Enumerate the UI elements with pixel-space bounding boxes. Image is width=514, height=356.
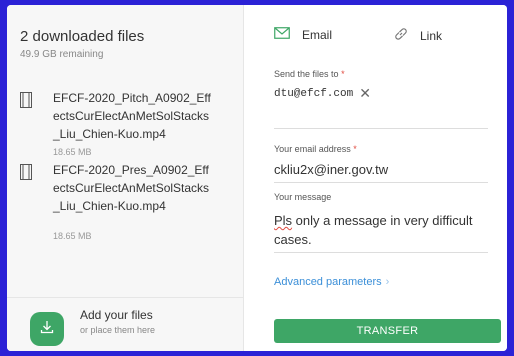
add-files-area[interactable]: Add your files or place them here <box>7 297 243 351</box>
tab-email[interactable]: Email <box>274 27 332 42</box>
file-icon <box>20 164 32 185</box>
your-email-label: Your email address * <box>274 144 357 154</box>
advanced-parameters-link[interactable]: Advanced parameters › <box>274 276 389 288</box>
mail-icon <box>274 27 302 42</box>
chevron-right-icon: › <box>385 276 390 288</box>
remove-recipient-icon[interactable]: ✕ <box>359 85 371 102</box>
your-email-underline <box>274 182 488 183</box>
misspelled-word: Pls <box>274 213 293 228</box>
storage-remaining: 49.9 GB remaining <box>20 49 104 60</box>
recipient-chip[interactable]: dtu@efcf.com ✕ <box>274 85 371 102</box>
recipient-email: dtu@efcf.com <box>274 87 354 100</box>
file-size: 18.65 MB <box>53 147 92 157</box>
transfer-button[interactable]: TRANSFER <box>274 319 501 343</box>
files-panel: 2 downloaded files 49.9 GB remaining EFC… <box>7 5 244 351</box>
add-files-title: Add your files <box>80 308 153 322</box>
message-label: Your message <box>274 192 332 202</box>
your-email-field[interactable]: ckliu2x@iner.gov.tw <box>274 162 388 177</box>
file-icon <box>20 92 32 113</box>
files-count-title: 2 downloaded files <box>20 28 145 45</box>
message-underline <box>274 252 488 253</box>
download-icon <box>39 319 55 340</box>
transfer-window: 2 downloaded files 49.9 GB remaining EFC… <box>7 5 507 351</box>
send-to-label: Send the files to * <box>274 69 345 79</box>
recipient-field-underline[interactable] <box>274 128 488 129</box>
file-name: EFCF-2020_Pitch_A0902_EffectsCurElectAnM… <box>53 91 211 141</box>
required-marker: * <box>353 144 357 154</box>
link-icon <box>394 27 420 44</box>
add-files-button[interactable] <box>30 312 64 346</box>
message-field[interactable]: Pls only a message in very difficult cas… <box>274 211 484 249</box>
file-name: EFCF-2020_Pres_A0902_EffectsCurElectAnMe… <box>53 163 210 213</box>
file-size: 18.65 MB <box>53 231 92 241</box>
tab-email-label: Email <box>302 27 333 42</box>
tab-link[interactable]: Link <box>394 27 442 44</box>
add-files-subtitle: or place them here <box>80 325 156 335</box>
required-marker: * <box>341 69 345 79</box>
message-text: only a message in very difficult cases. <box>274 213 473 247</box>
tab-link-label: Link <box>420 28 443 43</box>
transfer-form: Email Link Send the files to * dtu@efcf.… <box>244 5 507 351</box>
